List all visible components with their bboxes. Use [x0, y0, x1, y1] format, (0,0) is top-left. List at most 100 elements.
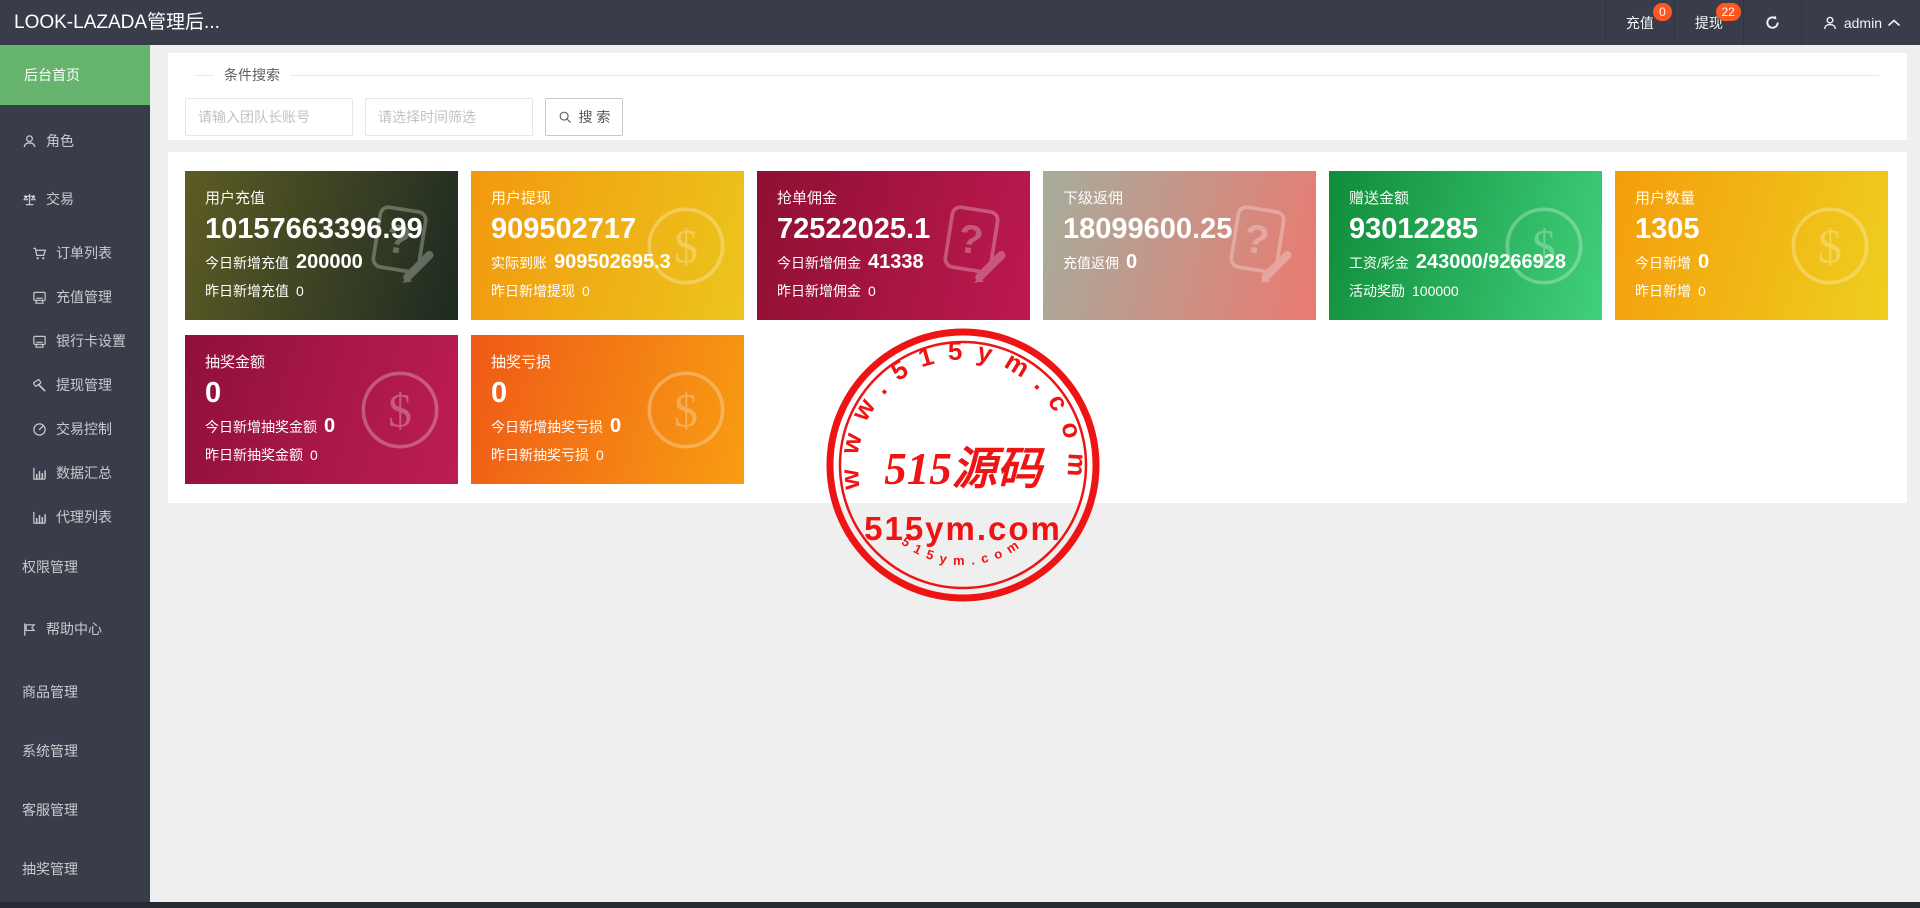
- time-filter-input[interactable]: [365, 98, 533, 136]
- card-line-label: 今日新增佣金: [777, 255, 861, 271]
- sidebar-item-label: 客服管理: [22, 788, 78, 832]
- page-bottom-bar: [0, 902, 1920, 908]
- app-title: LOOK-LAZADA管理后...: [0, 0, 220, 45]
- stat-card-gift-amount: 赠送金额 93012285 工资/彩金243000/9266928 活动奖励10…: [1329, 171, 1602, 320]
- withdraw-nav-item[interactable]: 提现 22: [1674, 0, 1743, 45]
- sidebar-item-lottery-mgmt[interactable]: 抽奖管理: [0, 847, 150, 891]
- sidebar-item-label: 角色: [46, 119, 74, 163]
- gauge-icon: [32, 422, 47, 437]
- stat-card-user-recharge: 用户充值 10157663396.99 今日新增充值200000 昨日新增充值0: [185, 171, 458, 320]
- dollar-circle-icon: [642, 202, 730, 290]
- monitor-icon: [32, 334, 47, 349]
- card-line-label: 工资/彩金: [1349, 255, 1409, 271]
- sidebar-item-label: 数据汇总: [56, 451, 112, 495]
- sidebar-item-permissions[interactable]: 权限管理: [0, 545, 150, 589]
- refresh-icon: [1764, 14, 1781, 31]
- stat-card-row: 用户充值 10157663396.99 今日新增充值200000 昨日新增充值0…: [185, 171, 1888, 320]
- sidebar-item-bankcard-settings[interactable]: 银行卡设置: [0, 319, 150, 363]
- recharge-nav-item[interactable]: 充值 0: [1605, 0, 1674, 45]
- sidebar-item-recharge-mgmt[interactable]: 充值管理: [0, 275, 150, 319]
- top-navbar: LOOK-LAZADA管理后... 充值 0 提现 22 admin: [0, 0, 1920, 45]
- sidebar-item-order-list[interactable]: 订单列表: [0, 231, 150, 275]
- sidebar-item-agent-list[interactable]: 代理列表: [0, 495, 150, 539]
- stat-card-lottery-loss: 抽奖亏损 0 今日新增抽奖亏损0 昨日新抽奖亏损0: [471, 335, 744, 484]
- bar-chart-icon: [32, 510, 47, 525]
- stat-card-user-count: 用户数量 1305 今日新增0 昨日新增0: [1615, 171, 1888, 320]
- sidebar-item-help-center[interactable]: 帮助中心: [0, 607, 150, 651]
- card-line-label: 昨日新增佣金: [777, 283, 861, 299]
- recharge-label: 充值: [1626, 13, 1654, 33]
- card-line-value: 0: [1698, 251, 1709, 273]
- sidebar-item-label: 交易控制: [56, 407, 112, 451]
- card-line-label: 昨日新抽奖金额: [205, 447, 303, 463]
- sidebar-item-withdraw-mgmt[interactable]: 提现管理: [0, 363, 150, 407]
- search-panel: 条件搜索 搜 索: [168, 53, 1907, 140]
- main-content: 条件搜索 搜 索 用户充值 10157663396.99 今日新增充值20000…: [150, 45, 1920, 908]
- bar-chart-icon: [32, 466, 47, 481]
- user-icon: [1822, 15, 1838, 31]
- flag-icon: [22, 622, 37, 637]
- cart-icon: [32, 246, 47, 261]
- card-line-label: 昨日新增提现: [491, 283, 575, 299]
- refresh-button[interactable]: [1743, 0, 1801, 45]
- dollar-circle-icon: [1786, 202, 1874, 290]
- sidebar-item-label: 提现管理: [56, 363, 112, 407]
- stat-card-lottery-amount: 抽奖金额 0 今日新增抽奖金额0 昨日新抽奖金额0: [185, 335, 458, 484]
- card-line-value: 200000: [296, 251, 363, 273]
- user-menu[interactable]: admin: [1801, 0, 1920, 45]
- stat-card-sub-rebate: 下级返佣 18099600.25 充值返佣0: [1043, 171, 1316, 320]
- search-legend: 条件搜索: [214, 65, 290, 85]
- card-line-label: 昨日新增充值: [205, 283, 289, 299]
- sidebar-item-label: 代理列表: [56, 495, 112, 539]
- fieldset-divider: [196, 75, 1879, 76]
- caret-up-icon: [1888, 19, 1900, 26]
- sidebar-item-product-mgmt[interactable]: 商品管理: [0, 670, 150, 714]
- sidebar-item-label: 后台首页: [24, 45, 80, 105]
- card-line-value: 0: [1698, 283, 1706, 299]
- monitor-icon: [32, 290, 47, 305]
- file-question-icon: [1214, 202, 1302, 290]
- sidebar-item-label: 商品管理: [22, 670, 78, 714]
- dollar-circle-icon: [1500, 202, 1588, 290]
- sidebar-item-label: 系统管理: [22, 729, 78, 773]
- card-line-label: 昨日新抽奖亏损: [491, 447, 589, 463]
- sidebar-item-trade-control[interactable]: 交易控制: [0, 407, 150, 451]
- sidebar-item-label: 银行卡设置: [56, 319, 126, 363]
- sidebar: 后台首页 角色 交易 订单列表 充值管理 银行卡设置 提现管理 交易控制: [0, 45, 150, 908]
- sidebar-item-home[interactable]: 后台首页: [0, 45, 150, 105]
- card-line-value: 0: [610, 415, 621, 437]
- stat-card-row: 抽奖金额 0 今日新增抽奖金额0 昨日新抽奖金额0 抽奖亏损 0 今日新增抽奖亏…: [185, 335, 744, 484]
- card-line-value: 0: [296, 283, 304, 299]
- team-leader-account-input[interactable]: [185, 98, 353, 136]
- sidebar-item-system-mgmt[interactable]: 系统管理: [0, 729, 150, 773]
- person-icon: [22, 134, 37, 149]
- sidebar-item-trade[interactable]: 交易: [0, 177, 150, 221]
- card-line-label: 实际到账: [491, 255, 547, 271]
- dollar-circle-icon: [642, 366, 730, 454]
- stat-cards-panel: 用户充值 10157663396.99 今日新增充值200000 昨日新增充值0…: [168, 152, 1907, 503]
- search-button-label: 搜 索: [579, 107, 611, 127]
- card-line-value: 100000: [1412, 283, 1459, 299]
- card-line-value: 0: [1126, 251, 1137, 273]
- scales-icon: [22, 192, 37, 207]
- search-button[interactable]: 搜 索: [545, 98, 623, 136]
- username: admin: [1844, 15, 1882, 31]
- file-question-icon: [928, 202, 1016, 290]
- card-line-label: 今日新增抽奖亏损: [491, 419, 603, 435]
- file-question-icon: [356, 202, 444, 290]
- recharge-badge: 0: [1653, 3, 1672, 21]
- card-line-label: 今日新增: [1635, 255, 1691, 271]
- card-line-label: 今日新增充值: [205, 255, 289, 271]
- card-line-label: 活动奖励: [1349, 283, 1405, 299]
- sidebar-item-label: 订单列表: [56, 231, 112, 275]
- card-line-value: 0: [868, 283, 876, 299]
- sidebar-item-roles[interactable]: 角色: [0, 119, 150, 163]
- sidebar-item-service-mgmt[interactable]: 客服管理: [0, 788, 150, 832]
- stat-card-user-withdraw: 用户提现 909502717 实际到账909502695.3 昨日新增提现0: [471, 171, 744, 320]
- card-line-label: 充值返佣: [1063, 255, 1119, 271]
- card-line-value: 0: [324, 415, 335, 437]
- card-line-value: 0: [310, 447, 318, 463]
- sidebar-item-label: 权限管理: [22, 545, 78, 589]
- sidebar-item-data-summary[interactable]: 数据汇总: [0, 451, 150, 495]
- sidebar-item-label: 帮助中心: [46, 607, 102, 651]
